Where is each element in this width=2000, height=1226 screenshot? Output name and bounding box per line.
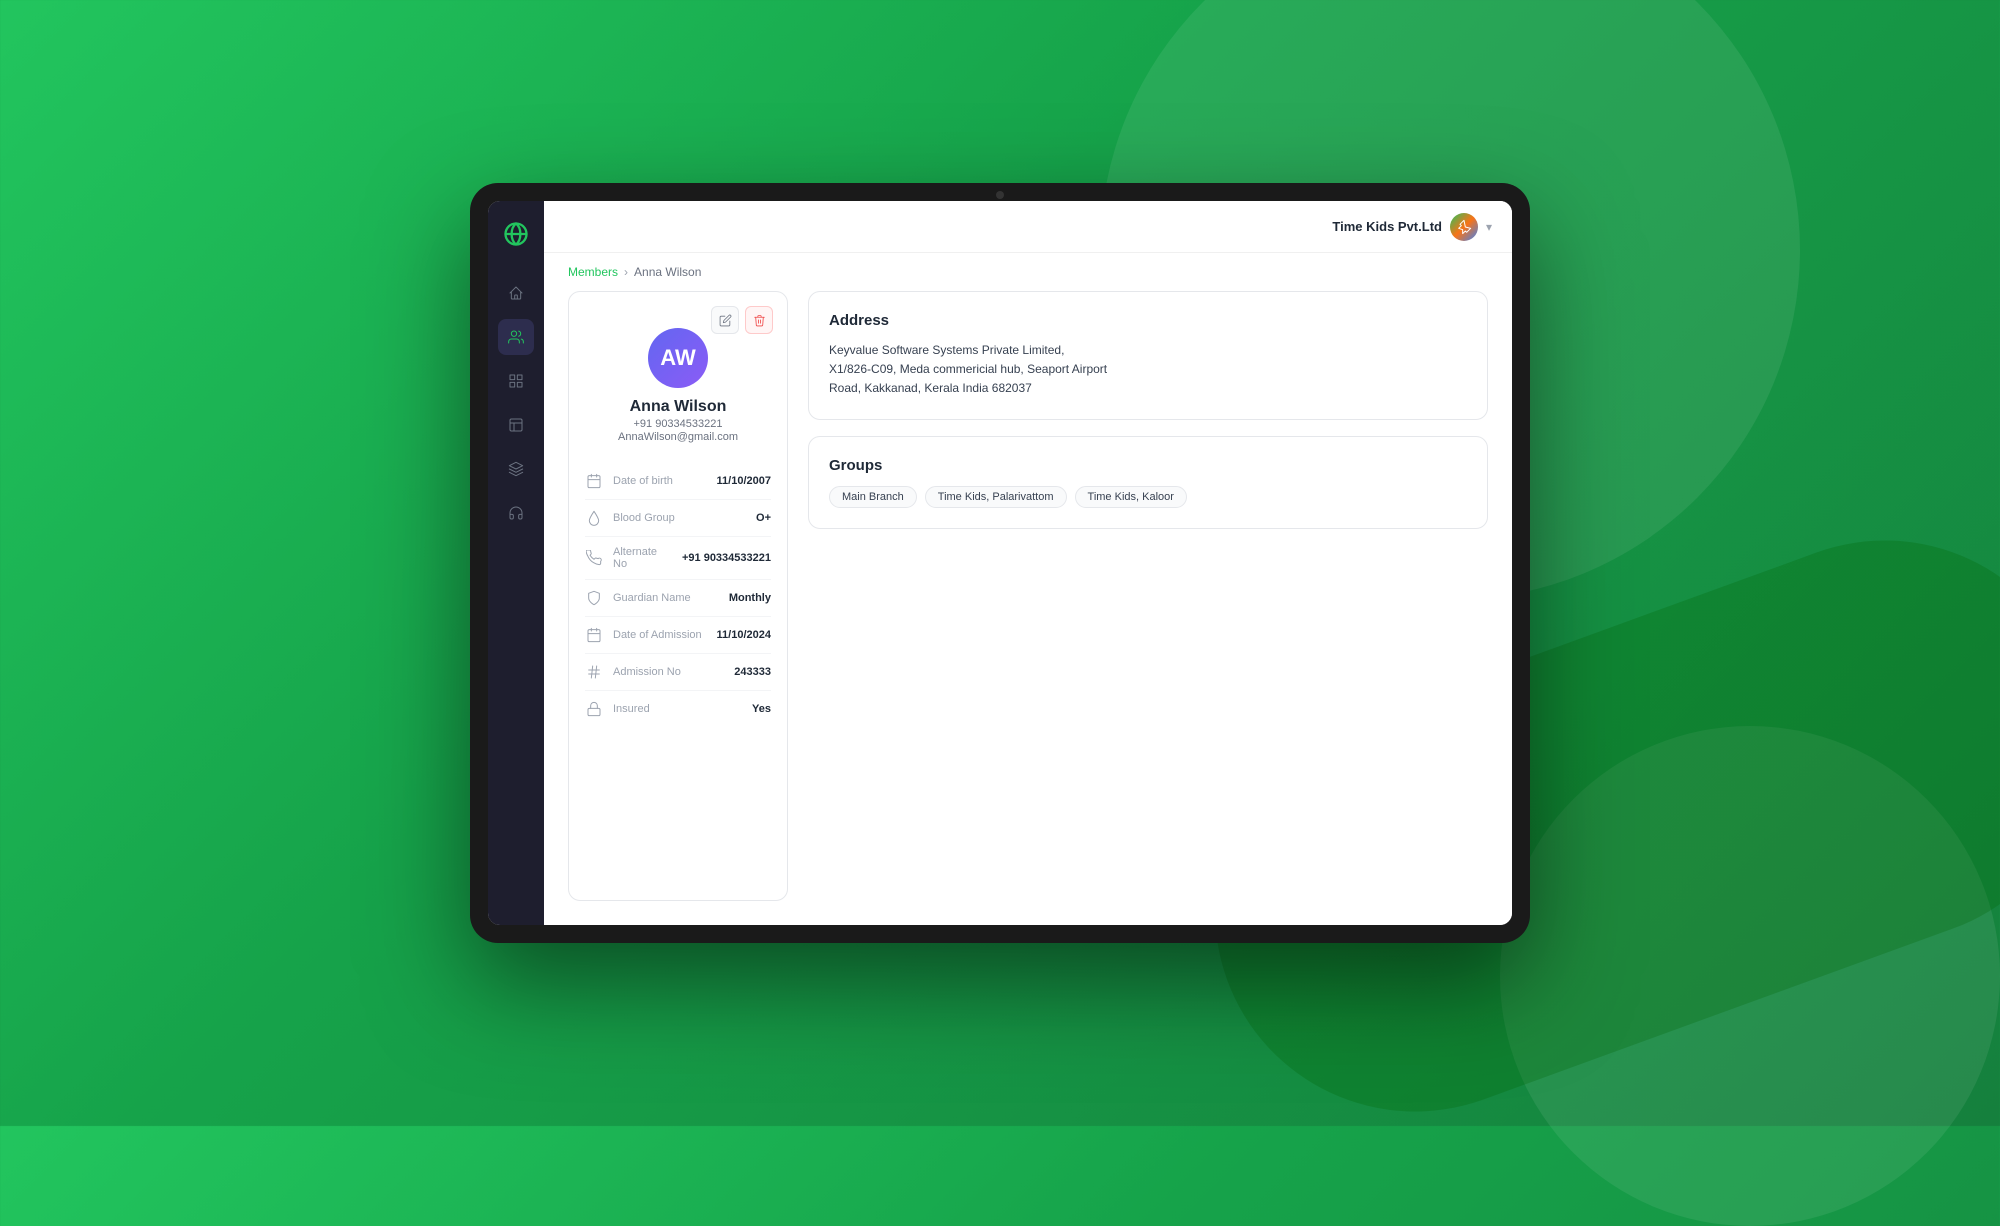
address-text: Keyvalue Software Systems Private Limite… bbox=[829, 341, 1467, 399]
breadcrumb: Members › Anna Wilson bbox=[544, 253, 1512, 291]
shield-icon bbox=[585, 589, 603, 607]
group-tag-palarivattom: Time Kids, Palarivattom bbox=[925, 486, 1067, 508]
delete-button[interactable] bbox=[745, 306, 773, 334]
info-row-admission-no: Admission No 243333 bbox=[585, 654, 771, 691]
breadcrumb-parent[interactable]: Members bbox=[568, 265, 618, 279]
org-name: Time Kids Pvt.Ltd bbox=[1332, 219, 1442, 234]
admission-date-value: 11/10/2024 bbox=[717, 629, 771, 641]
info-row-admission-date: Date of Admission 11/10/2024 bbox=[585, 617, 771, 654]
chevron-down-icon: ▾ bbox=[1486, 220, 1492, 234]
top-bar: Time Kids Pvt.Ltd ▾ bbox=[544, 201, 1512, 253]
sidebar-item-members[interactable] bbox=[498, 319, 534, 355]
sidebar-item-layers[interactable] bbox=[498, 451, 534, 487]
profile-name: Anna Wilson bbox=[585, 398, 771, 416]
info-row-dob: Date of birth 11/10/2007 bbox=[585, 463, 771, 500]
calendar2-icon bbox=[585, 626, 603, 644]
profile-name-section: AW Anna Wilson +91 90334533221 AnnaWilso… bbox=[585, 328, 771, 443]
admission-no-label: Admission No bbox=[613, 666, 724, 678]
insured-value: Yes bbox=[752, 703, 771, 715]
sidebar bbox=[488, 201, 544, 925]
breadcrumb-current: Anna Wilson bbox=[634, 265, 701, 279]
org-info[interactable]: Time Kids Pvt.Ltd ▾ bbox=[1332, 213, 1492, 241]
group-tag-kaloor: Time Kids, Kaloor bbox=[1075, 486, 1187, 508]
profile-email: AnnaWilson@gmail.com bbox=[585, 431, 771, 443]
lock-icon bbox=[585, 700, 603, 718]
org-logo bbox=[1450, 213, 1478, 241]
calendar-icon bbox=[585, 472, 603, 490]
sidebar-item-home[interactable] bbox=[498, 275, 534, 311]
laptop-screen: Time Kids Pvt.Ltd ▾ Members › Anna Wilso… bbox=[488, 201, 1512, 925]
profile-phone: +91 90334533221 bbox=[585, 418, 771, 430]
address-title: Address bbox=[829, 312, 1467, 329]
group-tag-main-branch: Main Branch bbox=[829, 486, 917, 508]
sidebar-logo bbox=[499, 217, 533, 251]
groups-card: Groups Main Branch Time Kids, Palarivatt… bbox=[808, 436, 1488, 529]
laptop-frame: Time Kids Pvt.Ltd ▾ Members › Anna Wilso… bbox=[470, 183, 1530, 943]
alt-phone-value: +91 90334533221 bbox=[682, 552, 771, 564]
admission-no-value: 243333 bbox=[734, 666, 771, 678]
breadcrumb-separator: › bbox=[624, 265, 628, 279]
alt-phone-label: Alternate No bbox=[613, 546, 672, 570]
blood-label: Blood Group bbox=[613, 512, 746, 524]
blood-value: O+ bbox=[756, 512, 771, 524]
profile-actions bbox=[711, 306, 773, 334]
profile-card: AW Anna Wilson +91 90334533221 AnnaWilso… bbox=[568, 291, 788, 901]
hash-icon bbox=[585, 663, 603, 681]
address-line1: Keyvalue Software Systems Private Limite… bbox=[829, 343, 1064, 357]
main-content: Time Kids Pvt.Ltd ▾ Members › Anna Wilso… bbox=[544, 201, 1512, 925]
content-area: AW Anna Wilson +91 90334533221 AnnaWilso… bbox=[544, 291, 1512, 925]
admission-date-label: Date of Admission bbox=[613, 629, 707, 641]
address-card: Address Keyvalue Software Systems Privat… bbox=[808, 291, 1488, 420]
sidebar-item-grid[interactable] bbox=[498, 363, 534, 399]
dob-value: 11/10/2007 bbox=[717, 475, 771, 487]
dob-label: Date of birth bbox=[613, 475, 707, 487]
sidebar-item-support[interactable] bbox=[498, 495, 534, 531]
phone-icon bbox=[585, 549, 603, 567]
address-line3: Road, Kakkanad, Kerala India 682037 bbox=[829, 381, 1032, 395]
info-row-blood: Blood Group O+ bbox=[585, 500, 771, 537]
sidebar-item-chart[interactable] bbox=[498, 407, 534, 443]
edit-button[interactable] bbox=[711, 306, 739, 334]
groups-title: Groups bbox=[829, 457, 1467, 474]
right-panel: Address Keyvalue Software Systems Privat… bbox=[808, 291, 1488, 901]
blood-icon bbox=[585, 509, 603, 527]
info-row-insured: Insured Yes bbox=[585, 691, 771, 727]
address-line2: X1/826-C09, Meda commericial hub, Seapor… bbox=[829, 362, 1107, 376]
guardian-label: Guardian Name bbox=[613, 592, 719, 604]
camera-dot bbox=[996, 191, 1004, 199]
info-row-alt-phone: Alternate No +91 90334533221 bbox=[585, 537, 771, 580]
insured-label: Insured bbox=[613, 703, 742, 715]
guardian-value: Monthly bbox=[729, 592, 771, 604]
groups-container: Main Branch Time Kids, Palarivattom Time… bbox=[829, 486, 1467, 508]
info-row-guardian: Guardian Name Monthly bbox=[585, 580, 771, 617]
avatar: AW bbox=[648, 328, 708, 388]
